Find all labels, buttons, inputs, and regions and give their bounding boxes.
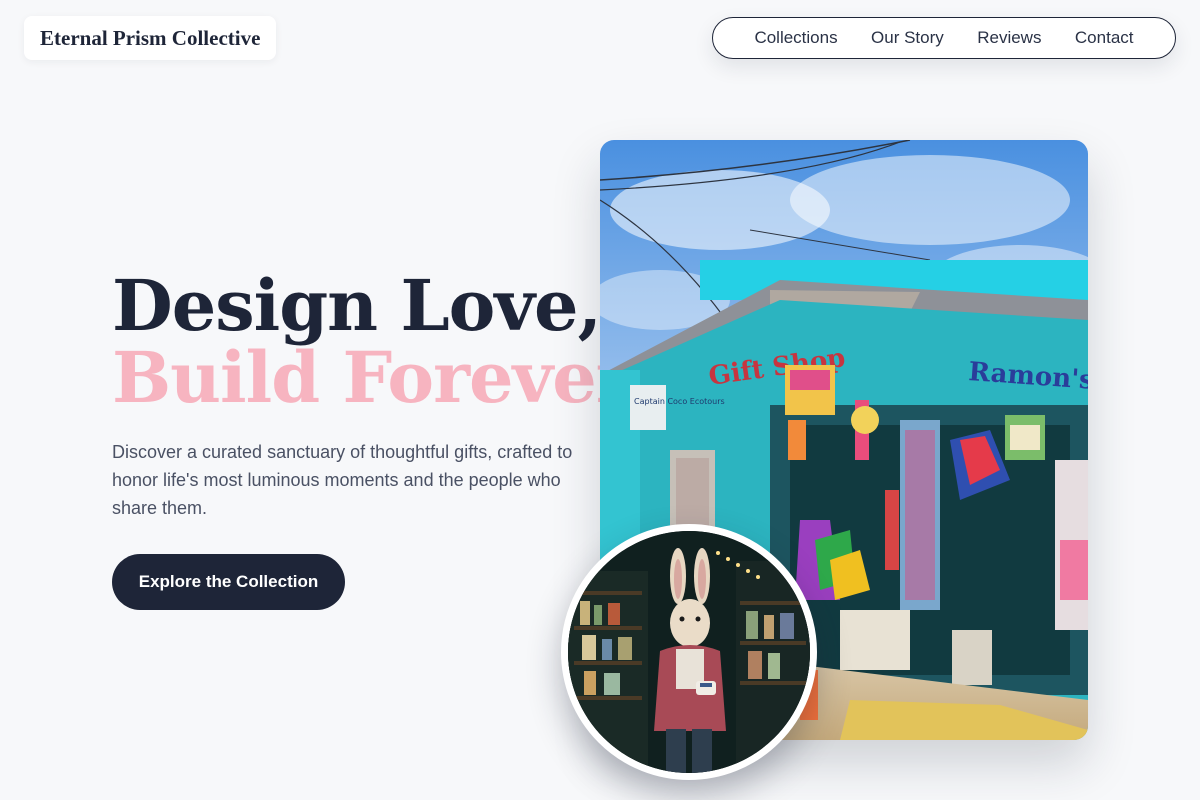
nav-link-collections[interactable]: Collections [750, 24, 841, 52]
brand-logo[interactable]: Eternal Prism Collective [24, 16, 277, 60]
nav-link-reviews[interactable]: Reviews [973, 24, 1045, 52]
landing-page: Eternal Prism Collective Collections Our… [0, 0, 1200, 800]
sign-ecotours: Captain Coco Ecotours [634, 397, 725, 406]
nav-link-our-story[interactable]: Our Story [867, 24, 948, 52]
nav-link-contact[interactable]: Contact [1071, 24, 1138, 52]
hero-title: Design Love, Build Forever. [112, 264, 650, 419]
hero-title-line-1: Design Love, [112, 264, 602, 347]
main-nav: Collections Our Story Reviews Contact [712, 17, 1176, 59]
explore-collection-button[interactable]: Explore the Collection [112, 554, 345, 610]
hero-description: Discover a curated sanctuary of thoughtf… [112, 442, 573, 518]
hero-title-line-2: Build Forever. [112, 336, 650, 419]
brand-name: Eternal Prism Collective [40, 25, 261, 50]
rabbit-figure-illustration [568, 531, 810, 773]
rabbit-figure-photo [561, 524, 817, 780]
